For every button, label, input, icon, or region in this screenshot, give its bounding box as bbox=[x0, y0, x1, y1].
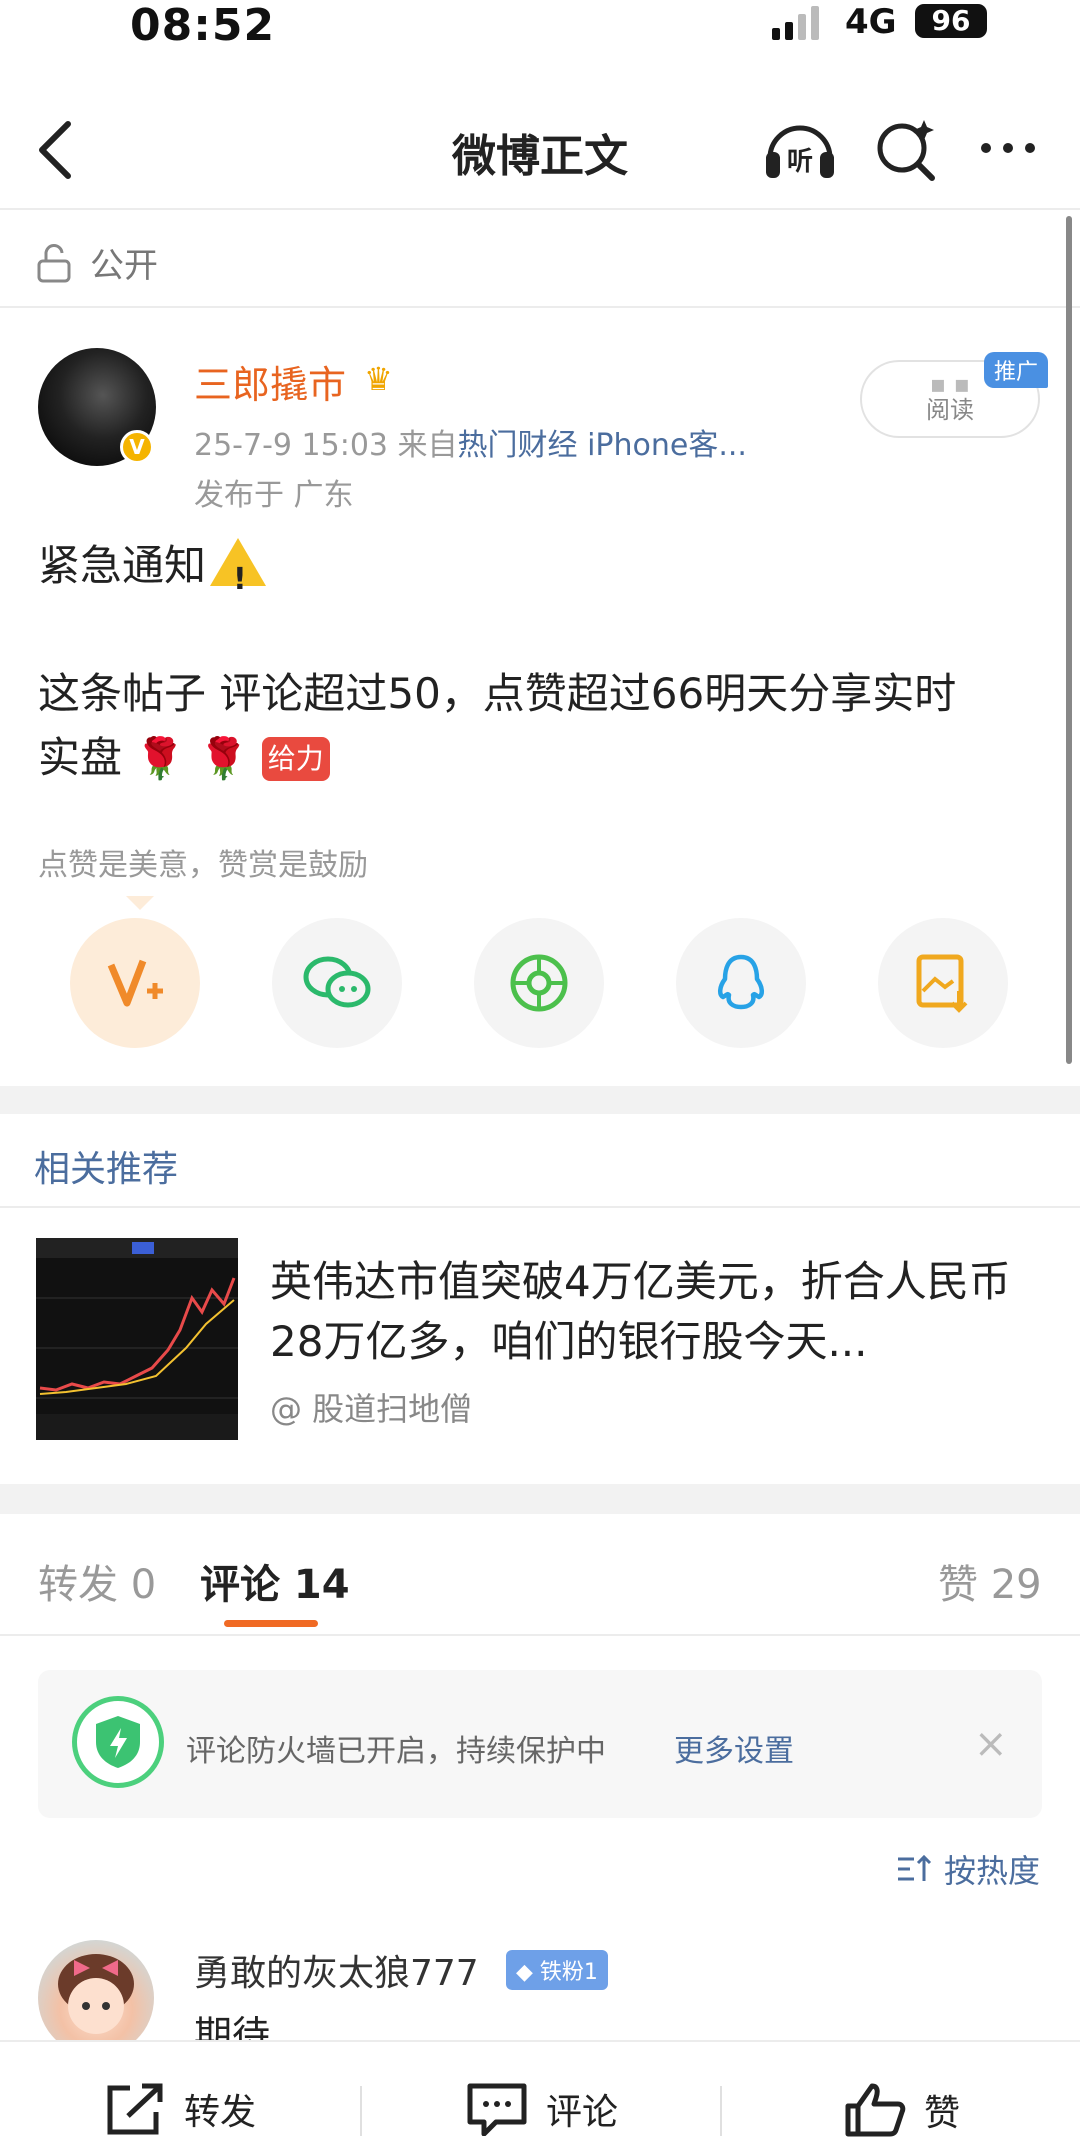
tab-likes[interactable]: 赞 29 bbox=[938, 1552, 1042, 1610]
post-heading: 紧急通知 bbox=[38, 541, 207, 590]
more-button[interactable] bbox=[978, 128, 1038, 168]
article-title[interactable]: 英伟达市值突破4万亿美元，折合人民币28万亿多，咱们的银行股今天... bbox=[270, 1252, 1050, 1372]
divider bbox=[0, 208, 1080, 210]
repost-label: 转发 bbox=[184, 2092, 257, 2133]
commenter-name[interactable]: 勇敢的灰太狼777 bbox=[194, 1944, 479, 1996]
post-line-2: 这条帖子 评论超过50，点赞超过66明天分享实时 bbox=[38, 669, 957, 718]
save-image-button[interactable] bbox=[878, 918, 1008, 1048]
stock-chart-thumbnail bbox=[36, 1238, 238, 1440]
tab-repost[interactable]: 转发 0 bbox=[38, 1552, 156, 1610]
post-line-3: 实盘 🌹 🌹 给力 bbox=[38, 728, 1038, 789]
scrollbar[interactable] bbox=[1066, 216, 1072, 1064]
comment-button[interactable]: 评论 bbox=[466, 2082, 618, 2136]
sort-label: 按热度 bbox=[944, 1852, 1041, 1890]
promo-badge[interactable]: 推广 bbox=[984, 352, 1049, 388]
status-time: 08:52 bbox=[130, 0, 276, 51]
sort-icon bbox=[898, 1854, 932, 1881]
more-settings-link[interactable]: 更多设置 bbox=[674, 1726, 794, 1770]
visibility-row: 公开 bbox=[36, 238, 158, 287]
network-type: 4G bbox=[845, 2, 897, 42]
repost-button[interactable]: 转发 bbox=[104, 2082, 256, 2136]
search-icon bbox=[877, 120, 935, 181]
warning-icon: ! bbox=[210, 538, 267, 597]
gift-emoji-icon: 给力 bbox=[261, 737, 330, 781]
divider bbox=[0, 306, 1080, 308]
source-prefix: 来自 bbox=[397, 428, 458, 463]
recommend-title: 相关推荐 bbox=[34, 1149, 179, 1190]
listen-button[interactable]: 听 bbox=[760, 112, 840, 184]
search-button[interactable] bbox=[872, 112, 942, 184]
post-location: 发布于 广东 bbox=[194, 478, 354, 513]
post-source[interactable]: 热门财经 iPhone客... bbox=[458, 428, 747, 463]
share-qq-button[interactable] bbox=[676, 918, 806, 1048]
share-icon bbox=[107, 2083, 163, 2135]
fan-badge: ◆ 铁粉1 bbox=[506, 1950, 608, 1990]
fan-badge-label: 铁粉1 bbox=[539, 1960, 598, 1985]
signal-icon bbox=[772, 6, 819, 40]
close-icon[interactable]: × bbox=[974, 1724, 1008, 1764]
section-gap bbox=[0, 1086, 1080, 1114]
reward-hint: 点赞是美意，赞赏是鼓励 bbox=[38, 848, 368, 883]
share-moments-button[interactable] bbox=[474, 918, 604, 1048]
divider bbox=[0, 1206, 1080, 1208]
tooltip-notch bbox=[126, 896, 154, 910]
divider bbox=[0, 1634, 1080, 1636]
sort-by-hot-button[interactable]: 按热度 bbox=[896, 1846, 1040, 1892]
warning-mark: ! bbox=[233, 562, 247, 597]
crown-icon: ♛ bbox=[364, 360, 393, 398]
read-label: 阅读 bbox=[926, 396, 974, 424]
thumbs-up-icon bbox=[845, 2083, 906, 2137]
like-button[interactable]: 赞 bbox=[844, 2082, 960, 2137]
separator bbox=[360, 2086, 362, 2136]
visibility-label: 公开 bbox=[90, 246, 158, 286]
separator bbox=[720, 2086, 722, 2136]
save-image-icon bbox=[916, 954, 968, 1013]
post-time: 25-7-9 15:03 bbox=[194, 428, 388, 463]
svg-text:听: 听 bbox=[787, 147, 813, 177]
active-tab-indicator bbox=[224, 1620, 318, 1627]
qq-icon bbox=[718, 954, 764, 1010]
moments-icon bbox=[510, 954, 568, 1012]
commenter-avatar[interactable] bbox=[38, 1940, 154, 2056]
rose-icon: 🌹 bbox=[198, 736, 249, 782]
article-author[interactable]: @ 股道扫地僧 bbox=[270, 1384, 472, 1430]
unlock-icon bbox=[37, 243, 71, 282]
reward-button[interactable] bbox=[70, 918, 200, 1048]
section-gap bbox=[0, 1484, 1080, 1514]
post-meta: 25-7-9 15:03 来自热门财经 iPhone客... bbox=[194, 420, 747, 464]
tab-comments[interactable]: 评论 14 bbox=[200, 1552, 350, 1610]
article-thumbnail[interactable] bbox=[36, 1238, 238, 1440]
shield-icon bbox=[72, 1696, 164, 1788]
comment-icon bbox=[467, 2083, 527, 2136]
like-label: 赞 bbox=[924, 2093, 961, 2134]
author-name[interactable]: 三郎撬市 bbox=[194, 354, 346, 409]
share-wechat-button[interactable] bbox=[272, 918, 402, 1048]
verified-badge: V bbox=[120, 430, 154, 464]
battery-indicator: 96 bbox=[915, 4, 987, 38]
post-text-tail: 实盘 bbox=[38, 733, 123, 782]
v-plus-icon bbox=[107, 959, 163, 1007]
more-dots-icon bbox=[981, 143, 1035, 153]
post-line-1: 紧急通知! bbox=[38, 536, 1038, 597]
firewall-text: 评论防火墙已开启，持续保护中 bbox=[186, 1734, 606, 1769]
headphones-icon: 听 bbox=[766, 125, 834, 178]
wechat-icon bbox=[303, 956, 371, 1008]
comment-label: 评论 bbox=[546, 2092, 619, 2133]
rose-icon: 🌹 bbox=[135, 736, 186, 782]
